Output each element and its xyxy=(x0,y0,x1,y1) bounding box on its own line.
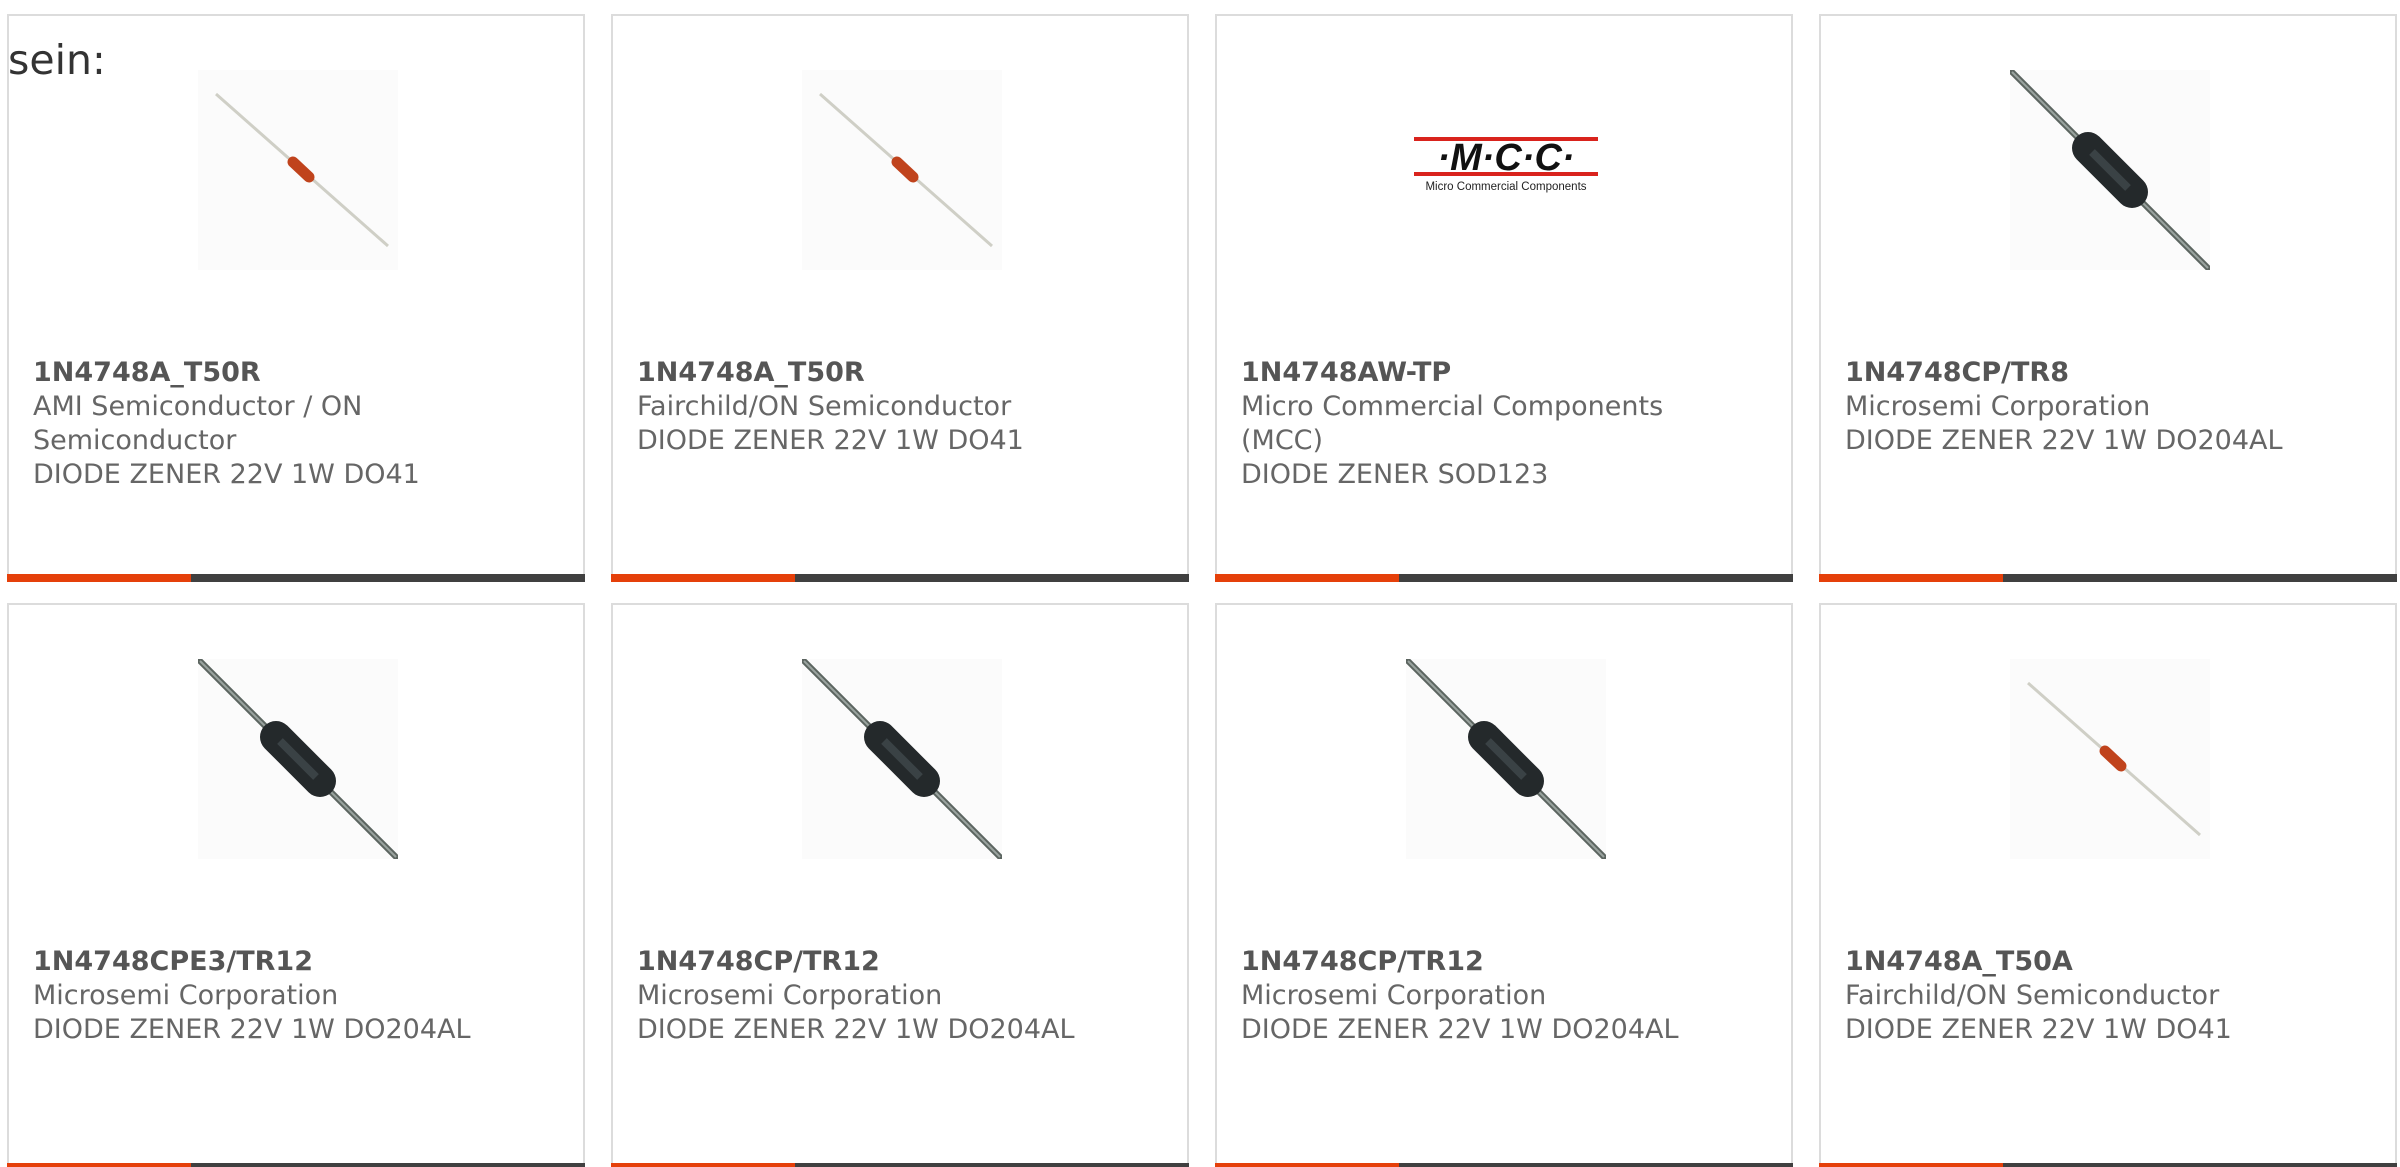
card-accent-bar xyxy=(611,574,795,582)
product-info: 1N4748CP/TR8 Microsemi Corporation DIODE… xyxy=(1845,356,2305,458)
product-info: 1N4748AW-TP Micro Commercial Components … xyxy=(1241,356,1701,492)
product-description: DIODE ZENER 22V 1W DO204AL xyxy=(637,1014,1075,1045)
product-card[interactable]: 1N4748CP/TR12 Microsemi Corporation DIOD… xyxy=(1215,603,1793,1167)
manufacturer-name: Fairchild/ON Semiconductor xyxy=(637,391,1012,422)
small-axial-diode-icon xyxy=(2010,659,2210,859)
card-bottom-bar xyxy=(1215,1163,1793,1167)
part-number-link[interactable]: 1N4748A_T50R xyxy=(637,356,1097,390)
product-image[interactable] xyxy=(1821,659,2399,859)
svg-text:·M·C·C·: ·M·C·C· xyxy=(1437,137,1574,179)
product-card[interactable]: 1N4748CP/TR12 Microsemi Corporation DIOD… xyxy=(611,603,1189,1167)
part-number-link[interactable]: 1N4748A_T50R xyxy=(33,356,493,390)
manufacturer-name: Microsemi Corporation xyxy=(1241,980,1547,1011)
product-image[interactable] xyxy=(613,70,1191,270)
manufacturer-name: Fairchild/ON Semiconductor xyxy=(1845,980,2220,1011)
black-axial-diode-icon xyxy=(198,659,398,859)
card-accent-bar xyxy=(1215,1163,1399,1167)
small-axial-diode-icon xyxy=(198,70,398,270)
card-accent-bar xyxy=(7,574,191,582)
manufacturer-name: Microsemi Corporation xyxy=(33,980,339,1011)
small-axial-diode-icon xyxy=(802,70,1002,270)
intro-text: sein: xyxy=(8,36,106,84)
product-info: 1N4748A_T50R AMI Semiconductor / ON Semi… xyxy=(33,356,493,492)
mcc-logo: ·M·C·C· Micro Commercial Components xyxy=(1406,70,1606,270)
card-accent-bar xyxy=(7,1163,191,1167)
svg-text:Micro Commercial Components: Micro Commercial Components xyxy=(1425,181,1586,193)
product-description: DIODE ZENER 22V 1W DO41 xyxy=(33,459,420,490)
product-description: DIODE ZENER 22V 1W DO204AL xyxy=(1845,425,2283,456)
part-number-link[interactable]: 1N4748AW-TP xyxy=(1241,356,1701,390)
product-card[interactable]: ·M·C·C· Micro Commercial Components 1N47… xyxy=(1215,14,1793,582)
product-image[interactable] xyxy=(1217,659,1795,859)
card-bottom-bar xyxy=(1215,574,1793,582)
product-info: 1N4748CP/TR12 Microsemi Corporation DIOD… xyxy=(637,945,1097,1047)
product-description: DIODE ZENER 22V 1W DO41 xyxy=(1845,1014,2232,1045)
product-image[interactable] xyxy=(9,659,587,859)
card-accent-bar xyxy=(611,1163,795,1167)
manufacturer-name: Microsemi Corporation xyxy=(1845,391,2151,422)
card-bottom-bar xyxy=(7,574,585,582)
manufacturer-name: Microsemi Corporation xyxy=(637,980,943,1011)
part-number-link[interactable]: 1N4748CP/TR8 xyxy=(1845,356,2305,390)
product-description: DIODE ZENER SOD123 xyxy=(1241,459,1549,490)
black-axial-diode-icon xyxy=(802,659,1002,859)
product-description: DIODE ZENER 22V 1W DO41 xyxy=(637,425,1024,456)
part-number-link[interactable]: 1N4748CPE3/TR12 xyxy=(33,945,493,979)
part-number-link[interactable]: 1N4748A_T50A xyxy=(1845,945,2305,979)
black-axial-diode-icon xyxy=(1406,659,1606,859)
product-info: 1N4748CP/TR12 Microsemi Corporation DIOD… xyxy=(1241,945,1701,1047)
product-info: 1N4748CPE3/TR12 Microsemi Corporation DI… xyxy=(33,945,493,1047)
card-accent-bar xyxy=(1819,1163,2003,1167)
card-accent-bar xyxy=(1819,574,2003,582)
product-description: DIODE ZENER 22V 1W DO204AL xyxy=(1241,1014,1679,1045)
product-card[interactable]: 1N4748CP/TR8 Microsemi Corporation DIODE… xyxy=(1819,14,2397,582)
product-image[interactable] xyxy=(613,659,1191,859)
product-description: DIODE ZENER 22V 1W DO204AL xyxy=(33,1014,471,1045)
card-bottom-bar xyxy=(1819,574,2397,582)
part-number-link[interactable]: 1N4748CP/TR12 xyxy=(1241,945,1701,979)
card-bottom-bar xyxy=(611,574,1189,582)
card-bottom-bar xyxy=(1819,1163,2397,1167)
black-axial-diode-icon xyxy=(2010,70,2210,270)
product-image[interactable] xyxy=(9,70,587,270)
manufacturer-name: Micro Commercial Components (MCC) xyxy=(1241,391,1664,456)
product-card[interactable]: 1N4748A_T50R Fairchild/ON Semiconductor … xyxy=(611,14,1189,582)
product-card[interactable]: 1N4748CPE3/TR12 Microsemi Corporation DI… xyxy=(7,603,585,1167)
product-info: 1N4748A_T50A Fairchild/ON Semiconductor … xyxy=(1845,945,2305,1047)
product-card[interactable]: 1N4748A_T50R AMI Semiconductor / ON Semi… xyxy=(7,14,585,582)
product-image[interactable]: ·M·C·C· Micro Commercial Components xyxy=(1217,70,1795,270)
product-card[interactable]: 1N4748A_T50A Fairchild/ON Semiconductor … xyxy=(1819,603,2397,1167)
product-grid-page: sein: 1N4748A_T50R AMI Semiconductor / O… xyxy=(0,0,2400,1167)
product-image[interactable] xyxy=(1821,70,2399,270)
manufacturer-name: AMI Semiconductor / ON Semiconductor xyxy=(33,391,363,456)
card-bottom-bar xyxy=(611,1163,1189,1167)
product-info: 1N4748A_T50R Fairchild/ON Semiconductor … xyxy=(637,356,1097,458)
card-accent-bar xyxy=(1215,574,1399,582)
part-number-link[interactable]: 1N4748CP/TR12 xyxy=(637,945,1097,979)
card-bottom-bar xyxy=(7,1163,585,1167)
